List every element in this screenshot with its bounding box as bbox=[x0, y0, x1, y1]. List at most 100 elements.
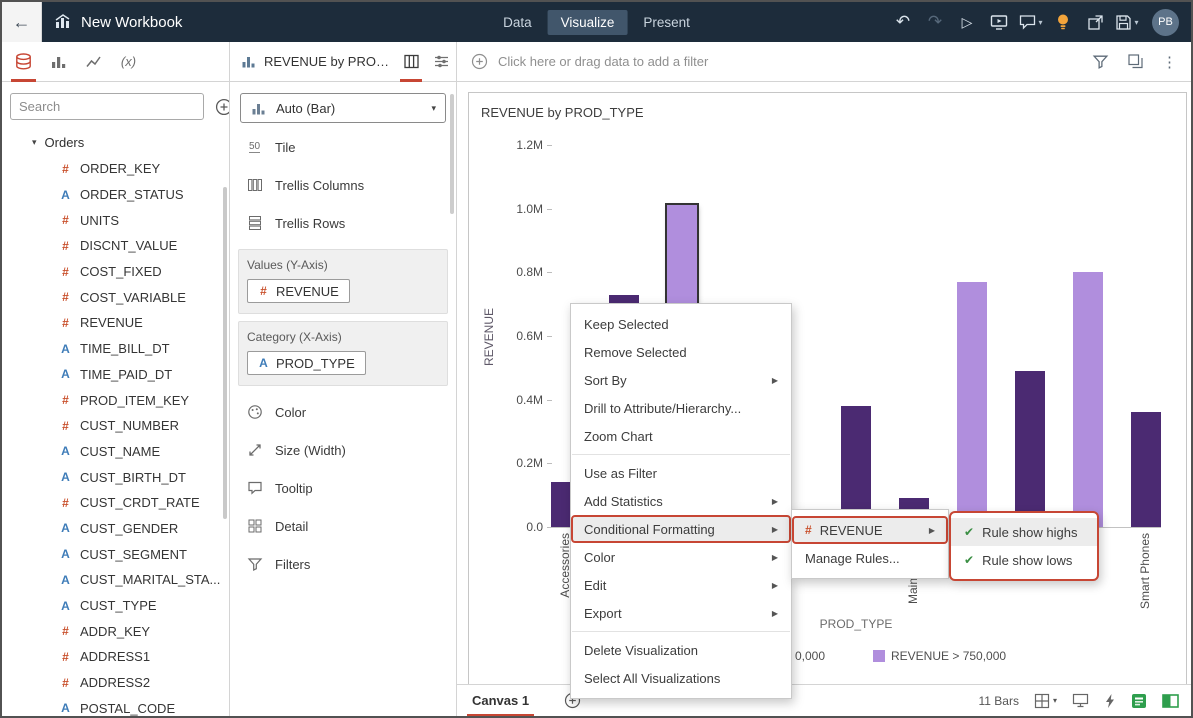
field-units[interactable]: # UNITS bbox=[2, 207, 229, 233]
comments-icon[interactable]: ▾ bbox=[1019, 9, 1043, 35]
pill-revenue[interactable]: # REVENUE bbox=[247, 279, 350, 303]
field-cust-birth-dt[interactable]: A CUST_BIRTH_DT bbox=[2, 464, 229, 490]
menu-item-zoom-chart[interactable]: Zoom Chart bbox=[571, 422, 791, 450]
field-order-status[interactable]: A ORDER_STATUS bbox=[2, 182, 229, 208]
pill-prod-type[interactable]: A PROD_TYPE bbox=[247, 351, 366, 375]
field-cost-variable[interactable]: # COST_VARIABLE bbox=[2, 284, 229, 310]
menu-item-conditional-formatting[interactable]: Conditional Formatting ▶ bbox=[571, 515, 791, 543]
field-cust-segment[interactable]: A CUST_SEGMENT bbox=[2, 541, 229, 567]
menu-item-delete-visualization[interactable]: Delete Visualization bbox=[571, 636, 791, 664]
grid-active-icon[interactable] bbox=[1131, 693, 1147, 709]
field-cust-marital-sta[interactable]: A CUST_MARITAL_STA... bbox=[2, 567, 229, 593]
grammar-row-trellis-columns[interactable]: Trellis Columns bbox=[230, 166, 456, 204]
menu-item-remove-selected[interactable]: Remove Selected bbox=[571, 338, 791, 366]
menu-item-rule-show-highs[interactable]: ✔ Rule show highs bbox=[951, 518, 1097, 546]
menu-item-use-as-filter[interactable]: Use as Filter bbox=[571, 459, 791, 487]
field-cust-gender[interactable]: A CUST_GENDER bbox=[2, 516, 229, 542]
line-chart-tab-icon[interactable] bbox=[76, 42, 111, 82]
menu-dots-icon[interactable]: ⋮ bbox=[1162, 53, 1177, 71]
field-order-key[interactable]: # ORDER_KEY bbox=[2, 156, 229, 182]
grammar-panel-scrollbar[interactable] bbox=[450, 94, 454, 214]
properties-tab-icon[interactable] bbox=[426, 42, 456, 82]
field-time-paid-dt[interactable]: A TIME_PAID_DT bbox=[2, 362, 229, 388]
save-icon[interactable]: ▾ bbox=[1115, 9, 1139, 35]
split-view-icon[interactable] bbox=[1162, 693, 1179, 708]
layers-icon[interactable] bbox=[1127, 53, 1144, 70]
attribute-icon: A bbox=[61, 572, 70, 587]
y-tick-label: 1.0M bbox=[516, 201, 543, 216]
grammar-row-tooltip[interactable]: Tooltip bbox=[230, 469, 456, 507]
bar-chart-icon bbox=[250, 100, 267, 117]
dataset-root-orders[interactable]: ▾ Orders bbox=[2, 129, 229, 156]
grammar-row-filters[interactable]: Filters bbox=[230, 545, 456, 583]
menu-item-manage-rules[interactable]: Manage Rules... bbox=[792, 544, 948, 572]
tab-data[interactable]: Data bbox=[490, 10, 545, 35]
data-panel-scrollbar[interactable] bbox=[223, 187, 227, 519]
category-section: Category (X-Axis) A PROD_TYPE bbox=[238, 321, 448, 386]
field-discnt-value[interactable]: # DISCNT_VALUE bbox=[2, 233, 229, 259]
add-data-icon[interactable] bbox=[215, 98, 229, 116]
search-input[interactable] bbox=[10, 93, 204, 120]
grammar-row-color[interactable]: Color bbox=[230, 393, 456, 431]
canvas-tab[interactable]: Canvas 1 bbox=[467, 685, 535, 716]
menu-item-drill-to-attribute-hierarchy[interactable]: Drill to Attribute/Hierarchy... bbox=[571, 394, 791, 422]
undo-icon[interactable]: ↶ bbox=[891, 9, 915, 35]
legend-item-1[interactable]: REVENUE > 750,000 bbox=[873, 649, 1006, 663]
grammar-tab-icon[interactable] bbox=[396, 42, 426, 82]
field-postal-code[interactable]: A POSTAL_CODE bbox=[2, 695, 229, 716]
grammar-row-detail[interactable]: Detail bbox=[230, 507, 456, 545]
pop-out-icon[interactable] bbox=[1083, 9, 1107, 35]
field-addr-key[interactable]: # ADDR_KEY bbox=[2, 618, 229, 644]
field-cost-fixed[interactable]: # COST_FIXED bbox=[2, 259, 229, 285]
bar-index-9[interactable] bbox=[1073, 272, 1103, 527]
grammar-row-tile[interactable]: 50 Tile bbox=[230, 128, 456, 166]
menu-item-color[interactable]: Color ▶ bbox=[571, 543, 791, 571]
field-cust-number[interactable]: # CUST_NUMBER bbox=[2, 413, 229, 439]
bar-chart-tab-icon[interactable] bbox=[41, 42, 76, 82]
submenu-arrow-icon: ▶ bbox=[771, 552, 778, 562]
bar-index-8[interactable] bbox=[1015, 371, 1045, 527]
menu-separator bbox=[572, 454, 790, 455]
field-address1[interactable]: # ADDRESS1 bbox=[2, 644, 229, 670]
menu-item-export[interactable]: Export ▶ bbox=[571, 599, 791, 627]
field-revenue[interactable]: # REVENUE bbox=[2, 310, 229, 336]
menu-item-sort-by[interactable]: Sort By ▶ bbox=[571, 366, 791, 394]
bar-smart-phones[interactable] bbox=[1131, 412, 1161, 527]
field-cust-crdt-rate[interactable]: # CUST_CRDT_RATE bbox=[2, 490, 229, 516]
legend-swatch bbox=[873, 650, 885, 662]
menu-item-select-all-visualizations[interactable]: Select All Visualizations bbox=[571, 664, 791, 692]
x-axis-label-smart-phones: Smart Phones bbox=[1138, 533, 1152, 610]
grammar-row-trellis-rows[interactable]: Trellis Rows bbox=[230, 204, 456, 242]
menu-item-add-statistics[interactable]: Add Statistics ▶ bbox=[571, 487, 791, 515]
menu-item-keep-selected[interactable]: Keep Selected bbox=[571, 310, 791, 338]
field-prod-item-key[interactable]: # PROD_ITEM_KEY bbox=[2, 387, 229, 413]
menu-item-revenue[interactable]: # REVENUE ▶ bbox=[792, 516, 948, 544]
layout-grid-icon[interactable]: ▾ bbox=[1034, 693, 1057, 709]
legend-item-0[interactable]: 0,000 bbox=[795, 649, 825, 663]
grammar-row-size-width[interactable]: Size (Width) bbox=[230, 431, 456, 469]
menu-item-rule-show-lows[interactable]: ✔ Rule show lows bbox=[951, 546, 1097, 574]
bar-index-7[interactable] bbox=[957, 281, 987, 527]
fx-tab-icon[interactable]: (x) bbox=[111, 42, 146, 82]
field-cust-type[interactable]: A CUST_TYPE bbox=[2, 593, 229, 619]
tab-present[interactable]: Present bbox=[630, 10, 703, 35]
field-time-bill-dt[interactable]: A TIME_BILL_DT bbox=[2, 336, 229, 362]
insights-icon[interactable] bbox=[1051, 9, 1075, 35]
present-view-icon[interactable] bbox=[1072, 693, 1089, 708]
present-icon[interactable] bbox=[987, 9, 1011, 35]
dataset-tab-icon[interactable] bbox=[6, 42, 41, 82]
back-button[interactable]: ← bbox=[2, 2, 42, 42]
user-avatar[interactable]: PB bbox=[1152, 8, 1179, 36]
field-address2[interactable]: # ADDRESS2 bbox=[2, 670, 229, 696]
filter-prompt[interactable]: Click here or drag data to add a filter bbox=[498, 54, 1082, 69]
insights-bolt-icon[interactable] bbox=[1104, 693, 1116, 709]
viz-type-select[interactable]: Auto (Bar) ▾ bbox=[240, 93, 446, 123]
field-cust-name[interactable]: A CUST_NAME bbox=[2, 439, 229, 465]
workbook-logo-icon bbox=[54, 13, 72, 31]
add-filter-icon[interactable] bbox=[471, 53, 488, 70]
x-axis-label-main: Main bbox=[906, 578, 920, 605]
menu-item-edit[interactable]: Edit ▶ bbox=[571, 571, 791, 599]
preview-icon[interactable]: ▷ bbox=[955, 9, 979, 35]
tab-visualize[interactable]: Visualize bbox=[547, 9, 628, 35]
filter-icon[interactable] bbox=[1092, 53, 1109, 70]
